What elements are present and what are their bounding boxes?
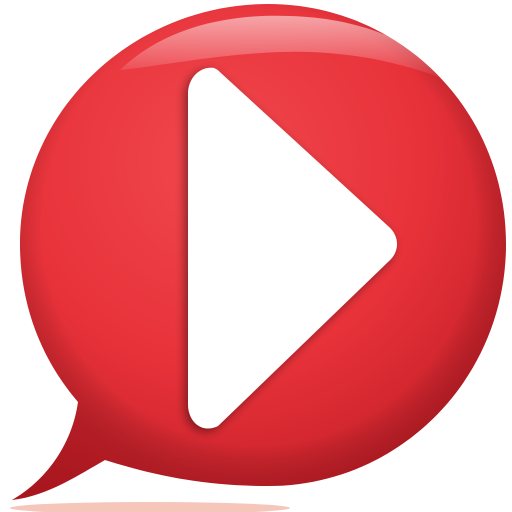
play-bubble-app-icon (0, 0, 512, 512)
bottom-shadow (10, 502, 290, 512)
play-bubble-graphic (10, 4, 506, 512)
